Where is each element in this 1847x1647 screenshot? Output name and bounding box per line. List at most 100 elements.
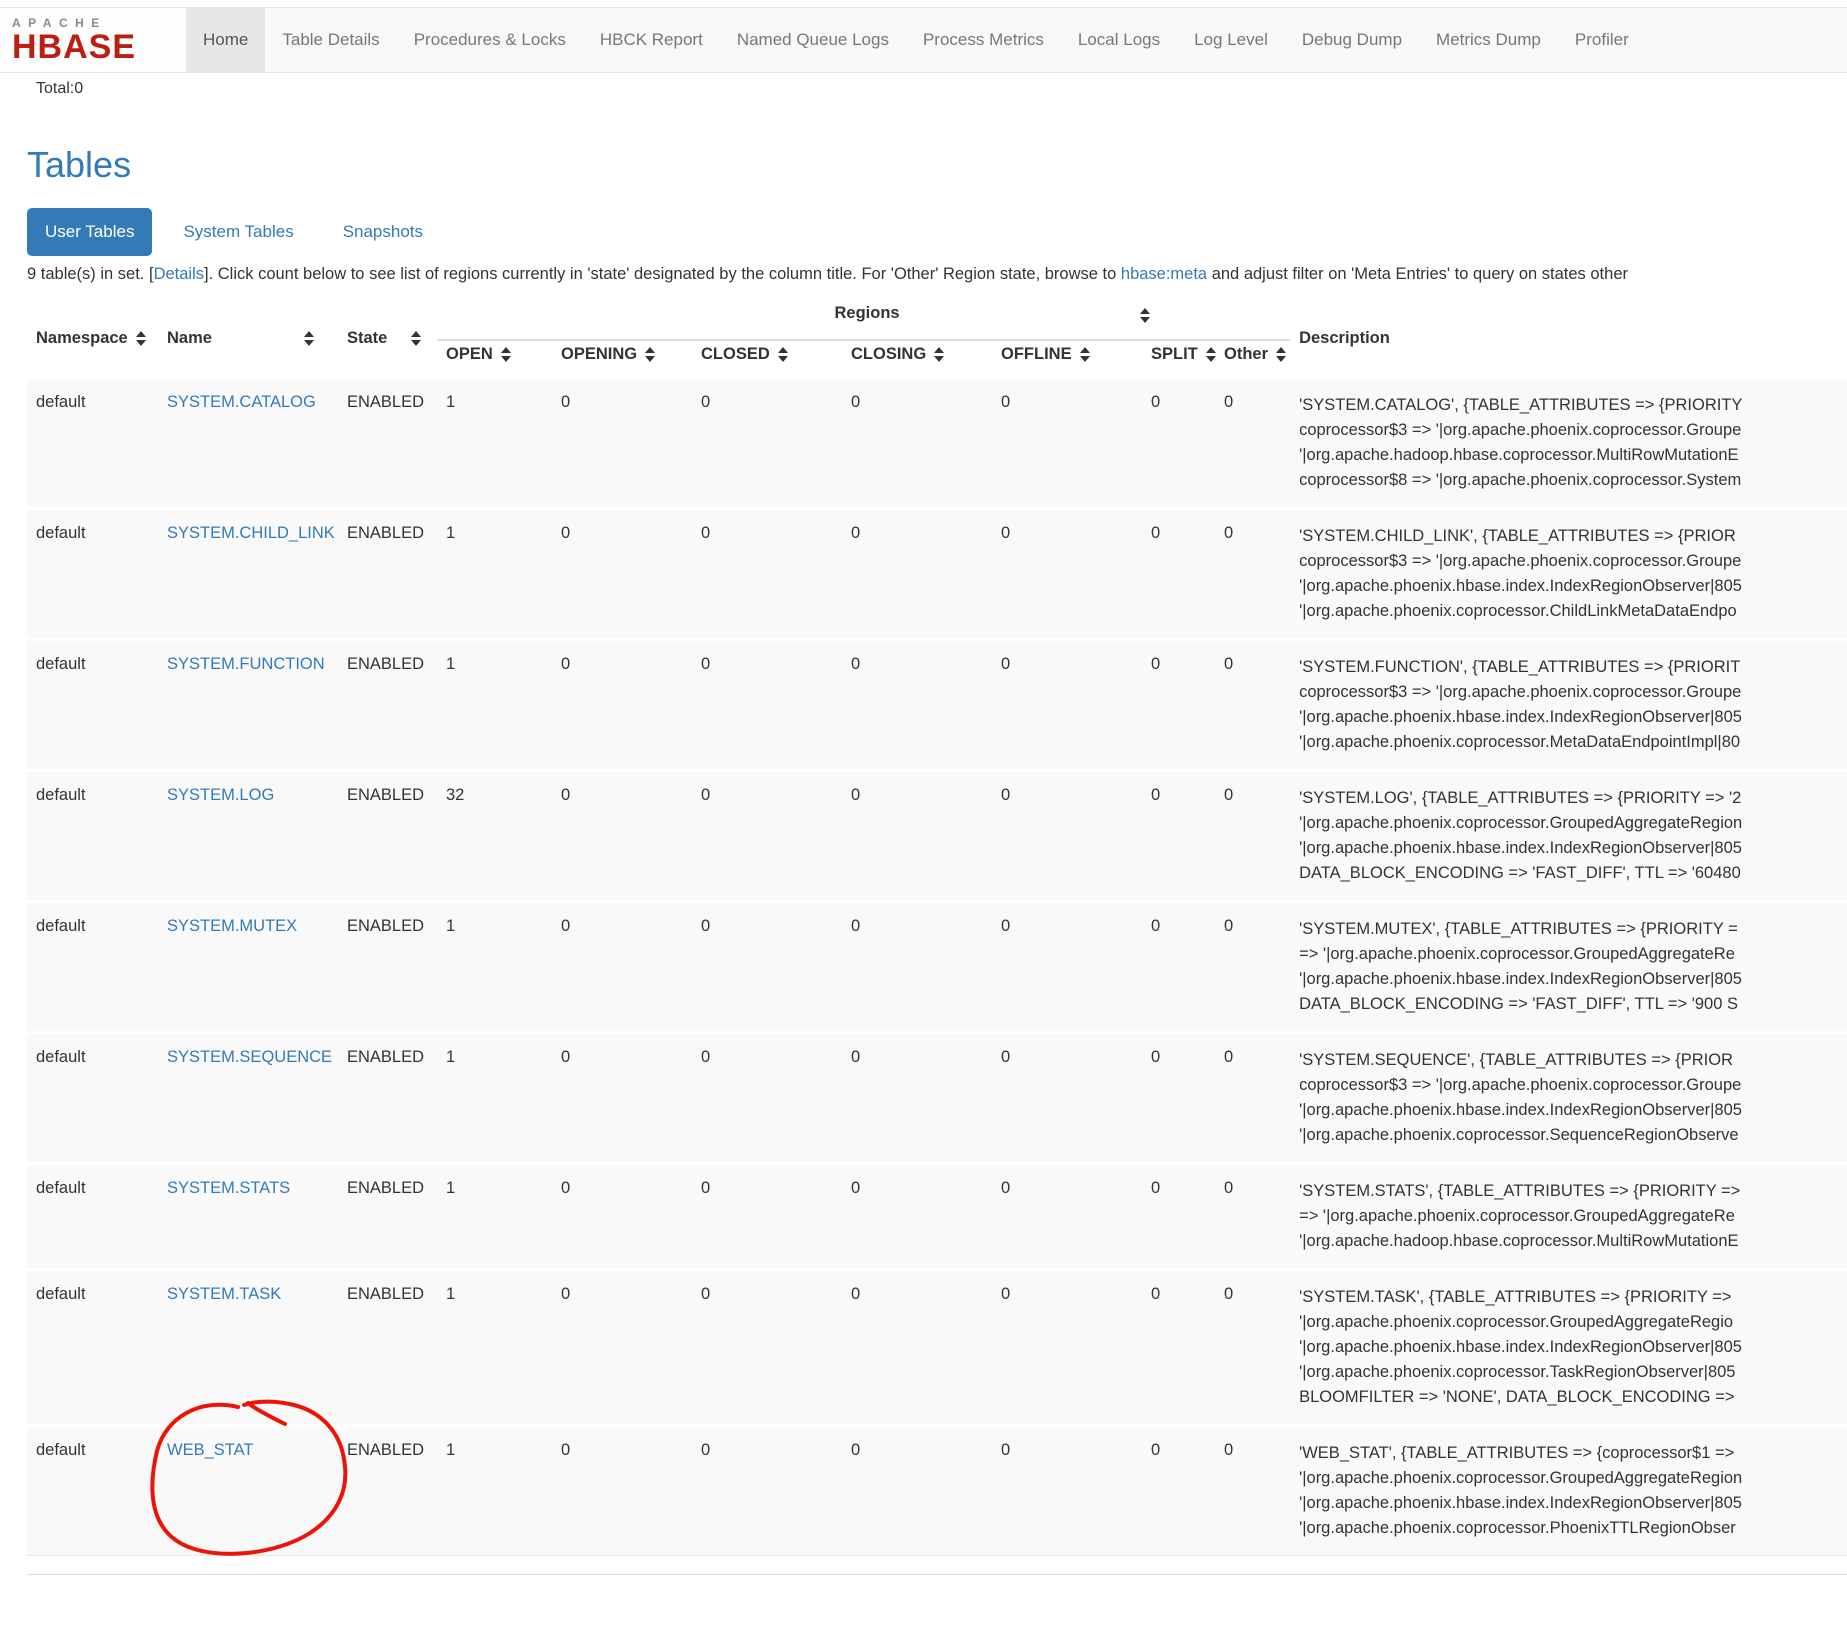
col-header-open[interactable]: OPEN xyxy=(437,340,552,378)
table-name-link[interactable]: WEB_STAT xyxy=(167,1441,253,1459)
closing-count-cell[interactable]: 0 xyxy=(842,1426,992,1556)
opening-count-cell[interactable]: 0 xyxy=(552,902,692,1033)
nav-item-process-metrics[interactable]: Process Metrics xyxy=(906,8,1061,72)
other-count-cell[interactable]: 0 xyxy=(1215,378,1290,509)
col-header-closing[interactable]: CLOSING xyxy=(842,340,992,378)
table-name-link[interactable]: SYSTEM.SEQUENCE xyxy=(167,1048,332,1066)
offline-count-cell[interactable]: 0 xyxy=(992,1164,1142,1270)
table-name-link[interactable]: SYSTEM.STATS xyxy=(167,1179,290,1197)
opening-count-cell[interactable]: 0 xyxy=(552,378,692,509)
open-count-cell[interactable]: 1 xyxy=(437,378,552,509)
tab-system-tables[interactable]: System Tables xyxy=(165,208,311,256)
opening-count-cell[interactable]: 0 xyxy=(552,1164,692,1270)
closed-count-cell[interactable]: 0 xyxy=(692,378,842,509)
table-name-link[interactable]: SYSTEM.FUNCTION xyxy=(167,655,325,673)
col-header-name[interactable]: Name xyxy=(158,300,338,378)
split-count-cell[interactable]: 0 xyxy=(1142,1426,1215,1556)
col-header-namespace[interactable]: Namespace xyxy=(27,300,158,378)
table-name-link[interactable]: SYSTEM.MUTEX xyxy=(167,917,297,935)
offline-count-cell[interactable]: 0 xyxy=(992,771,1142,902)
offline-count-cell[interactable]: 0 xyxy=(992,902,1142,1033)
offline-count-cell[interactable]: 0 xyxy=(992,378,1142,509)
split-count-cell[interactable]: 0 xyxy=(1142,771,1215,902)
col-header-regions-group[interactable]: Regions xyxy=(437,300,1290,340)
split-count-cell[interactable]: 0 xyxy=(1142,902,1215,1033)
other-count-cell[interactable]: 0 xyxy=(1215,509,1290,640)
details-link[interactable]: Details xyxy=(154,265,204,283)
table-name-link[interactable]: SYSTEM.TASK xyxy=(167,1285,281,1303)
col-header-other[interactable]: Other xyxy=(1215,340,1290,378)
col-header-opening[interactable]: OPENING xyxy=(552,340,692,378)
nav-item-home[interactable]: Home xyxy=(186,8,265,72)
split-count-cell[interactable]: 0 xyxy=(1142,1164,1215,1270)
open-count-cell[interactable]: 1 xyxy=(437,1270,552,1426)
opening-count-cell[interactable]: 0 xyxy=(552,640,692,771)
nav-item-hbck-report[interactable]: HBCK Report xyxy=(583,8,720,72)
open-count-cell[interactable]: 1 xyxy=(437,902,552,1033)
closed-count-cell[interactable]: 0 xyxy=(692,1270,842,1426)
split-count-cell[interactable]: 0 xyxy=(1142,378,1215,509)
closed-count-cell[interactable]: 0 xyxy=(692,1164,842,1270)
other-count-cell[interactable]: 0 xyxy=(1215,771,1290,902)
nav-item-metrics-dump[interactable]: Metrics Dump xyxy=(1419,8,1558,72)
split-count-cell[interactable]: 0 xyxy=(1142,640,1215,771)
open-count-cell[interactable]: 1 xyxy=(437,640,552,771)
other-count-cell[interactable]: 0 xyxy=(1215,1033,1290,1164)
col-header-split[interactable]: SPLIT xyxy=(1142,340,1215,378)
offline-count-cell[interactable]: 0 xyxy=(992,1426,1142,1556)
open-count-cell[interactable]: 1 xyxy=(437,509,552,640)
opening-count-cell[interactable]: 0 xyxy=(552,1426,692,1556)
closed-count-cell[interactable]: 0 xyxy=(692,902,842,1033)
nav-item-debug-dump[interactable]: Debug Dump xyxy=(1285,8,1419,72)
table-name-link[interactable]: SYSTEM.CHILD_LINK xyxy=(167,524,335,542)
nav-item-profiler[interactable]: Profiler xyxy=(1558,8,1646,72)
opening-count-cell[interactable]: 0 xyxy=(552,1033,692,1164)
nav-item-log-level[interactable]: Log Level xyxy=(1177,8,1285,72)
other-count-cell[interactable]: 0 xyxy=(1215,1426,1290,1556)
table-name-link[interactable]: SYSTEM.LOG xyxy=(167,786,274,804)
other-count-cell[interactable]: 0 xyxy=(1215,1270,1290,1426)
closed-count-cell[interactable]: 0 xyxy=(692,509,842,640)
opening-count-cell[interactable]: 0 xyxy=(552,1270,692,1426)
col-header-offline[interactable]: OFFLINE xyxy=(992,340,1142,378)
open-count-cell[interactable]: 1 xyxy=(437,1426,552,1556)
hbase-logo[interactable]: APACHE HBASE xyxy=(0,8,186,72)
split-count-cell[interactable]: 0 xyxy=(1142,1033,1215,1164)
nav-item-procedures-locks[interactable]: Procedures & Locks xyxy=(397,8,583,72)
closed-count-cell[interactable]: 0 xyxy=(692,771,842,902)
closing-count-cell[interactable]: 0 xyxy=(842,640,992,771)
offline-count-cell[interactable]: 0 xyxy=(992,640,1142,771)
closing-count-cell[interactable]: 0 xyxy=(842,1164,992,1270)
closing-count-cell[interactable]: 0 xyxy=(842,1270,992,1426)
closing-count-cell[interactable]: 0 xyxy=(842,1033,992,1164)
offline-count-cell[interactable]: 0 xyxy=(992,1270,1142,1426)
closed-count-cell[interactable]: 0 xyxy=(692,640,842,771)
col-header-state[interactable]: State xyxy=(338,300,437,378)
open-count-cell[interactable]: 1 xyxy=(437,1033,552,1164)
tab-snapshots[interactable]: Snapshots xyxy=(325,208,441,256)
table-name-link[interactable]: SYSTEM.CATALOG xyxy=(167,393,316,411)
closed-count-cell[interactable]: 0 xyxy=(692,1033,842,1164)
nav-item-local-logs[interactable]: Local Logs xyxy=(1061,8,1177,72)
other-count-cell[interactable]: 0 xyxy=(1215,640,1290,771)
closing-count-cell[interactable]: 0 xyxy=(842,902,992,1033)
offline-count-cell[interactable]: 0 xyxy=(992,1033,1142,1164)
nav-item-table-details[interactable]: Table Details xyxy=(265,8,396,72)
hbase-meta-link[interactable]: hbase:meta xyxy=(1121,265,1207,283)
split-count-cell[interactable]: 0 xyxy=(1142,1270,1215,1426)
closing-count-cell[interactable]: 0 xyxy=(842,509,992,640)
col-header-closed[interactable]: CLOSED xyxy=(692,340,842,378)
split-count-cell[interactable]: 0 xyxy=(1142,509,1215,640)
nav-item-named-queue-logs[interactable]: Named Queue Logs xyxy=(720,8,906,72)
other-count-cell[interactable]: 0 xyxy=(1215,1164,1290,1270)
tab-user-tables[interactable]: User Tables xyxy=(27,208,152,256)
opening-count-cell[interactable]: 0 xyxy=(552,771,692,902)
closing-count-cell[interactable]: 0 xyxy=(842,378,992,509)
offline-count-cell[interactable]: 0 xyxy=(992,509,1142,640)
other-count-cell[interactable]: 0 xyxy=(1215,902,1290,1033)
opening-count-cell[interactable]: 0 xyxy=(552,509,692,640)
open-count-cell[interactable]: 32 xyxy=(437,771,552,902)
closing-count-cell[interactable]: 0 xyxy=(842,771,992,902)
closed-count-cell[interactable]: 0 xyxy=(692,1426,842,1556)
open-count-cell[interactable]: 1 xyxy=(437,1164,552,1270)
